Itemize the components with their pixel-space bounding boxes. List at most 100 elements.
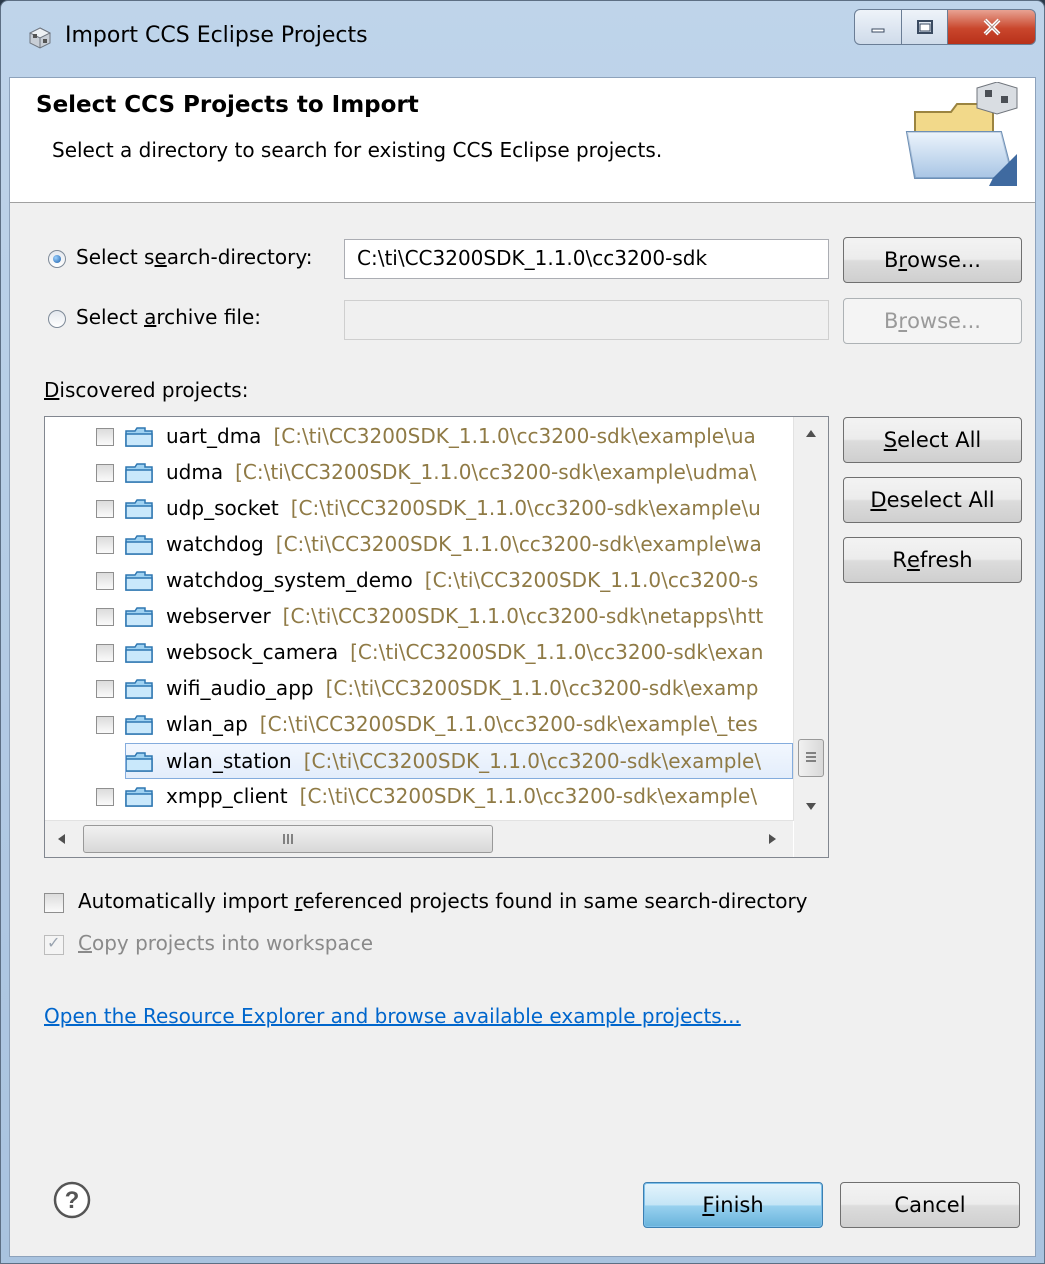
project-checkbox[interactable] <box>96 680 114 698</box>
copy-into-workspace-label: Copy projects into workspace <box>78 931 374 955</box>
project-label: wifi_audio_app [C:\ti\CC3200SDK_1.1.0\cc3… <box>166 676 758 700</box>
project-checkbox[interactable] <box>96 500 114 518</box>
project-path: [C:\ti\CC3200SDK_1.1.0\cc3200-sdk\exampl… <box>273 424 756 448</box>
project-row[interactable]: xmpp_client [C:\ti\CC3200SDK_1.1.0\cc3200… <box>45 779 793 815</box>
project-folder-icon <box>125 535 153 555</box>
title-bar[interactable]: Import CCS Eclipse Projects <box>1 1 1044 75</box>
window-controls <box>854 9 1036 45</box>
project-name: wlan_station <box>166 749 292 773</box>
project-checkbox[interactable] <box>96 644 114 662</box>
scrollbar-corner <box>794 821 828 857</box>
page-description: Select a directory to search for existin… <box>52 138 663 162</box>
horizontal-scrollbar[interactable] <box>45 820 793 857</box>
browse-directory-button[interactable]: Br owse... <box>843 237 1022 283</box>
wizard-banner: Select CCS Projects to Import Select a d… <box>10 78 1035 203</box>
search-directory-input[interactable]: C:\ti\CC3200SDK_1.1.0\cc3200-sdk <box>344 239 829 279</box>
scroll-left-icon[interactable] <box>57 833 67 845</box>
close-button[interactable] <box>948 9 1036 45</box>
project-folder-icon <box>125 463 153 483</box>
archive-file-radio[interactable] <box>48 310 66 328</box>
project-name: xmpp_client <box>166 784 288 808</box>
close-icon <box>983 18 1000 36</box>
project-row[interactable]: webserver [C:\ti\CC3200SDK_1.1.0\cc3200-s… <box>45 599 793 635</box>
project-label: uart_dma [C:\ti\CC3200SDK_1.1.0\cc3200-sd… <box>166 424 756 448</box>
deselect-all-button[interactable]: Deselect All <box>843 477 1022 523</box>
browse-archive-button[interactable]: Br owse... <box>843 298 1022 344</box>
project-checkbox[interactable] <box>96 536 114 554</box>
discovered-projects-label: Discovered projects: <box>44 378 249 402</box>
project-path: [C:\ti\CC3200SDK_1.1.0\cc3200-sdk\netapp… <box>282 604 764 628</box>
project-path: [C:\ti\CC3200SDK_1.1.0\cc3200-sdk\exampl… <box>235 460 757 484</box>
help-icon[interactable]: ? <box>52 1180 92 1220</box>
project-path: [C:\ti\CC3200SDK_1.1.0\cc3200-sdk\exan <box>350 640 764 664</box>
page-title: Select CCS Projects to Import <box>36 92 419 118</box>
thumb-grip-icon <box>283 834 293 844</box>
project-list[interactable]: uart_dma [C:\ti\CC3200SDK_1.1.0\cc3200-sd… <box>44 416 829 858</box>
finish-button[interactable]: Finish <box>643 1182 823 1228</box>
project-row[interactable]: wlan_station [C:\ti\CC3200SDK_1.1.0\cc320… <box>125 743 793 779</box>
copy-into-workspace-checkbox[interactable] <box>44 933 64 955</box>
project-checkbox[interactable] <box>96 788 114 806</box>
project-label: udp_socket [C:\ti\CC3200SDK_1.1.0\cc3200-… <box>166 496 761 520</box>
project-path: [C:\ti\CC3200SDK_1.1.0\cc3200-sdk\exampl… <box>290 496 761 520</box>
minimize-button[interactable] <box>854 9 902 45</box>
project-folder-icon <box>125 499 153 519</box>
scroll-down-icon[interactable] <box>805 801 817 811</box>
scroll-right-icon[interactable] <box>767 833 777 845</box>
archive-file-label: Select archive file: <box>76 305 262 329</box>
project-checkbox[interactable] <box>96 572 114 590</box>
ccs-app-icon <box>29 27 51 49</box>
project-name: wifi_audio_app <box>166 676 314 700</box>
project-label: webserver [C:\ti\CC3200SDK_1.1.0\cc3200-s… <box>166 604 763 628</box>
project-row[interactable]: wlan_ap [C:\ti\CC3200SDK_1.1.0\cc3200-sdk… <box>45 707 793 743</box>
dialog-client-area: Select CCS Projects to Import Select a d… <box>9 77 1036 1257</box>
cancel-button[interactable]: Cancel <box>840 1182 1020 1228</box>
archive-file-input[interactable] <box>344 300 829 340</box>
project-path: [C:\ti\CC3200SDK_1.1.0\cc3200-sdk\exampl… <box>299 784 758 808</box>
project-row[interactable]: udp_socket [C:\ti\CC3200SDK_1.1.0\cc3200-… <box>45 491 793 527</box>
project-checkbox[interactable] <box>96 464 114 482</box>
project-path: [C:\ti\CC3200SDK_1.1.0\cc3200-sdk\examp <box>325 676 759 700</box>
thumb-grip-icon <box>806 752 816 762</box>
maximize-button[interactable] <box>902 9 948 45</box>
select-all-button[interactable]: Select All <box>843 417 1022 463</box>
project-folder-icon <box>125 715 153 735</box>
project-label: watchdog_system_demo [C:\ti\CC3200SDK_1.1… <box>166 568 758 592</box>
project-folder-icon <box>125 607 153 627</box>
search-directory-label: Select search-directory: <box>76 245 313 269</box>
project-checkbox[interactable] <box>96 428 114 446</box>
import-dialog-window: Import CCS Eclipse Projects Select CCS P… <box>0 0 1045 1264</box>
project-label: watchdog [C:\ti\CC3200SDK_1.1.0\cc3200-sd… <box>166 532 762 556</box>
project-row[interactable]: udma [C:\ti\CC3200SDK_1.1.0\cc3200-sdk\ex… <box>45 455 793 491</box>
project-path: [C:\ti\CC3200SDK_1.1.0\cc3200-s <box>424 568 759 592</box>
project-name: websock_camera <box>166 640 339 664</box>
project-label: wlan_station [C:\ti\CC3200SDK_1.1.0\cc320… <box>166 749 761 773</box>
project-name: uart_dma <box>166 424 262 448</box>
maximize-icon <box>916 20 933 34</box>
project-folder-icon <box>126 752 153 772</box>
project-path: [C:\ti\CC3200SDK_1.1.0\cc3200-sdk\exampl… <box>303 749 762 773</box>
project-row[interactable]: watchdog_system_demo [C:\ti\CC3200SDK_1.1… <box>45 563 793 599</box>
refresh-button[interactable]: Re fresh <box>843 537 1022 583</box>
project-row[interactable]: uart_dma [C:\ti\CC3200SDK_1.1.0\cc3200-sd… <box>45 419 793 455</box>
project-folder-icon <box>125 787 153 807</box>
project-label: wlan_ap [C:\ti\CC3200SDK_1.1.0\cc3200-sdk… <box>166 712 758 736</box>
project-folder-icon <box>125 643 153 663</box>
search-directory-radio[interactable] <box>48 250 66 268</box>
resource-explorer-link[interactable]: Open the Resource Explorer and browse av… <box>44 1004 741 1028</box>
scroll-up-icon[interactable] <box>805 429 817 439</box>
project-checkbox[interactable] <box>96 608 114 626</box>
project-checkbox[interactable] <box>96 716 114 734</box>
project-row[interactable]: websock_camera [C:\ti\CC3200SDK_1.1.0\cc3… <box>45 635 793 671</box>
vertical-scrollbar[interactable] <box>793 417 828 821</box>
auto-import-checkbox[interactable] <box>44 893 64 913</box>
project-label: xmpp_client [C:\ti\CC3200SDK_1.1.0\cc3200… <box>166 784 757 808</box>
svg-text:?: ? <box>65 1187 80 1214</box>
project-path: [C:\ti\CC3200SDK_1.1.0\cc3200-sdk\exampl… <box>259 712 758 736</box>
project-row[interactable]: watchdog [C:\ti\CC3200SDK_1.1.0\cc3200-sd… <box>45 527 793 563</box>
project-label: udma [C:\ti\CC3200SDK_1.1.0\cc3200-sdk\ex… <box>166 460 756 484</box>
project-path: [C:\ti\CC3200SDK_1.1.0\cc3200-sdk\exampl… <box>275 532 762 556</box>
project-row[interactable]: wifi_audio_app [C:\ti\CC3200SDK_1.1.0\cc3… <box>45 671 793 707</box>
project-name: webserver <box>166 604 271 628</box>
import-folder-icon <box>905 82 1018 186</box>
